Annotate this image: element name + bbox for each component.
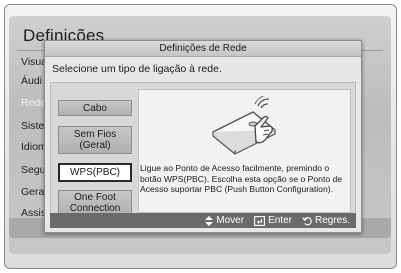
- return-hint: Regres.: [302, 215, 350, 226]
- menu-item-audio[interactable]: Áudi: [21, 75, 42, 87]
- network-settings-dialog: Definições de Rede Selecione um tipo de …: [44, 40, 362, 233]
- return-icon: [302, 216, 312, 225]
- menu-item-security[interactable]: Segu: [21, 164, 46, 176]
- enter-icon: [254, 215, 266, 226]
- menu-item-general[interactable]: Geral: [21, 186, 47, 198]
- enter-hint: Enter: [254, 215, 292, 226]
- return-label: Regres.: [314, 215, 350, 226]
- option-detail-panel: Ligue ao Ponto de Acesso facilmente, pre…: [138, 89, 351, 213]
- menu-item-language[interactable]: Idiom: [21, 141, 47, 153]
- enter-label: Enter: [268, 215, 292, 226]
- move-label: Mover: [216, 215, 245, 226]
- menu-item-system[interactable]: Siste: [21, 120, 44, 132]
- option-cable-button[interactable]: Cabo: [58, 100, 132, 116]
- option-wireless-general-button[interactable]: Sem Fios (Geral): [58, 126, 132, 154]
- dialog-prompt: Selecione um tipo de ligação à rede.: [52, 63, 222, 75]
- option-description: Ligue ao Ponto de Acesso facilmente, pre…: [140, 163, 343, 194]
- dialog-footer: Mover Enter Regres.: [50, 213, 356, 228]
- dialog-body: Cabo Sem Fios (Geral) WPS(PBC) One Foot …: [50, 82, 356, 218]
- dialog-title: Definições de Rede: [45, 41, 361, 57]
- move-hint: Mover: [205, 215, 244, 226]
- menu-item-network[interactable]: Rede: [21, 97, 46, 109]
- up-down-arrows-icon: [205, 215, 214, 226]
- router-press-icon: [212, 96, 276, 155]
- option-wps-pbc-button[interactable]: WPS(PBC): [58, 163, 132, 182]
